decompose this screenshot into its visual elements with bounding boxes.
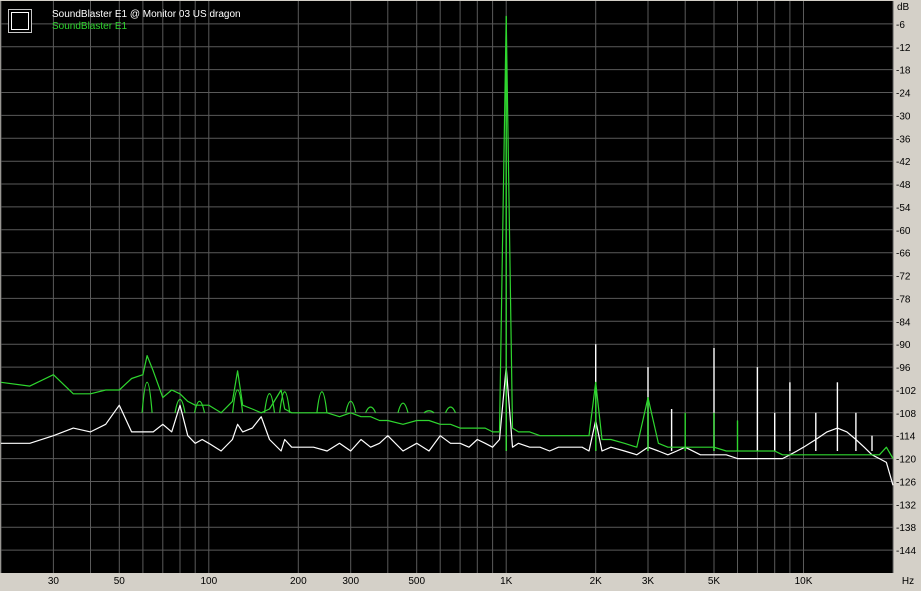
x-tick-label: 30 (48, 576, 60, 587)
x-tick-label: 200 (290, 576, 307, 587)
y-tick-label: -42 (896, 157, 911, 168)
legend-entry-white: SoundBlaster E1 @ Monitor 03 US dragon (52, 9, 241, 20)
x-tick-label: 100 (200, 576, 217, 587)
y-tick-label: -30 (896, 111, 911, 122)
y-tick-label: -84 (896, 317, 911, 328)
y-tick-label: -132 (896, 500, 916, 511)
y-tick-label: -114 (896, 432, 916, 443)
y-tick-label: -36 (896, 134, 911, 145)
x-tick-label: 10K (795, 576, 813, 587)
y-tick-label: -12 (896, 43, 911, 54)
y-tick-label: -144 (896, 546, 916, 557)
y-tick-label: -24 (896, 89, 911, 100)
y-tick-label: -126 (896, 478, 916, 489)
chart-options-icon[interactable] (8, 9, 32, 33)
legend: SoundBlaster E1 @ Monitor 03 US dragon S… (52, 9, 241, 33)
x-tick-label: 300 (342, 576, 359, 587)
y-tick-label: -90 (896, 340, 911, 351)
x-tick-label: 2K (590, 576, 603, 587)
legend-entry-green: SoundBlaster E1 (52, 21, 128, 32)
x-tick-label: 3K (642, 576, 655, 587)
y-tick-label: -78 (896, 294, 911, 305)
y-tick-label: -66 (896, 249, 911, 260)
x-tick-label: 5K (708, 576, 721, 587)
y-tick-label: -6 (896, 20, 905, 31)
y-tick-label: -138 (896, 523, 916, 534)
y-tick-label: -102 (896, 386, 916, 397)
y-axis-unit: dB (897, 2, 910, 13)
x-tick-label: 50 (114, 576, 126, 587)
y-tick-label: -18 (896, 66, 911, 77)
y-tick-label: -60 (896, 226, 911, 237)
x-axis-unit: Hz (902, 576, 914, 587)
y-tick-label: -72 (896, 272, 911, 283)
x-tick-label: 500 (408, 576, 425, 587)
spectrum-chart: 30 50 100 200 300 500 1K 2K 3K 5K 10K Hz dB -6 -12 -18… (0, 0, 921, 591)
x-tick-label: 1K (500, 576, 513, 587)
plot-area (1, 1, 893, 573)
y-tick-label: -96 (896, 363, 911, 374)
y-tick-label: -48 (896, 180, 911, 191)
y-tick-label: -108 (896, 409, 916, 420)
y-tick-label: -120 (896, 455, 916, 466)
y-tick-label: -54 (896, 203, 911, 214)
